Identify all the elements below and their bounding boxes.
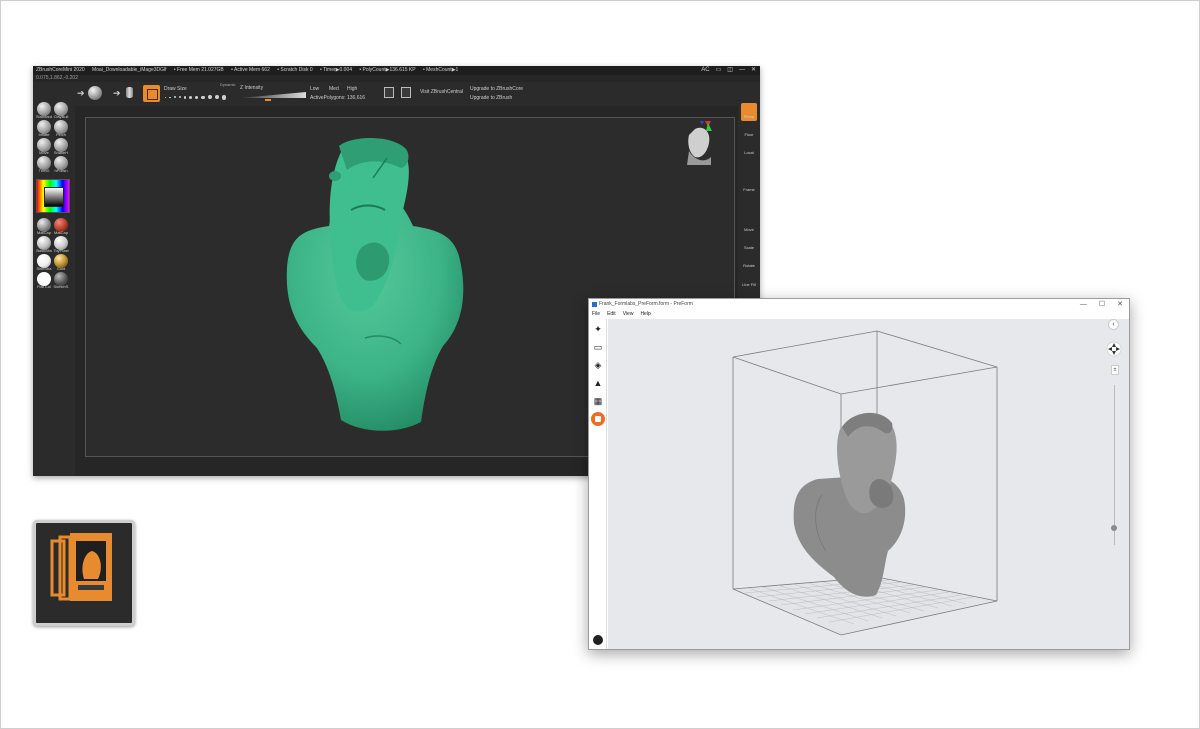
- menu-view[interactable]: View: [623, 310, 634, 319]
- build-volume-edge: [876, 330, 998, 368]
- draw-size-dots[interactable]: [165, 95, 226, 100]
- z-intensity-knob[interactable]: [265, 99, 271, 101]
- material-label: Gold: [56, 266, 66, 271]
- zbrush-file-name: Moai_Downloadable_iMage3DGlf: [92, 67, 167, 73]
- z-intensity-label: Z Intensity: [240, 85, 264, 91]
- left-shelf: Standard ClayBuil Inflate Pinch Move Sna…: [33, 102, 75, 476]
- preform-app-icon: [592, 302, 597, 307]
- free-mem: • Free Mem 21.027GB: [173, 67, 224, 73]
- zbrush-toolbar: ➔ ➔ Draw Size Dynamic Z Intensity: [33, 82, 760, 106]
- preform-window-controls: — ☐ ✕: [1080, 299, 1123, 310]
- monitor-icon[interactable]: ▭: [593, 342, 603, 352]
- right-shelf-label: Scale: [743, 245, 754, 250]
- brush-label: ClayBuil: [53, 114, 69, 119]
- brush-label: Pinch: [55, 132, 66, 137]
- document-icon[interactable]: [401, 87, 411, 98]
- cursor-coords: 0.075,1.862,-0.202: [36, 75, 78, 81]
- zbrush-to-preform-icon: [33, 520, 135, 626]
- preform-toolbar: ✦ ▭ ◈ ▲ ▦: [589, 319, 607, 649]
- low-button[interactable]: Low: [310, 86, 319, 92]
- build-volume-edge: [840, 366, 998, 395]
- visit-zbrushcentral-link[interactable]: Visit ZBrushCentral: [420, 89, 463, 95]
- high-button[interactable]: High: [347, 86, 357, 92]
- view-navigation-icon[interactable]: [1106, 341, 1122, 357]
- material-label: MatCap: [53, 230, 68, 235]
- arrow-right-icon[interactable]: ➔: [113, 89, 121, 98]
- mesh-count: • MeshCount▶1: [422, 67, 459, 73]
- active-polygons: ActivePolygons: 136,616: [310, 95, 366, 101]
- upgrade-zbrushcore-link[interactable]: Upgrade to ZBrushCore: [470, 86, 523, 92]
- upgrade-zbrush-link[interactable]: Upgrade to ZBrush: [470, 95, 512, 101]
- dynamic-label: Dynamic: [220, 82, 236, 87]
- layout-icon[interactable]: ▭: [716, 66, 722, 75]
- ac-label[interactable]: AC: [701, 66, 709, 75]
- image-icon[interactable]: [384, 87, 394, 98]
- preform-3d-view[interactable]: [608, 319, 1129, 649]
- supports-icon[interactable]: ▲: [593, 378, 603, 388]
- right-shelf-label: Local: [744, 150, 754, 155]
- arrow-right-icon[interactable]: ➔: [77, 89, 85, 98]
- timer: • Timer▶0.004: [320, 67, 353, 73]
- build-volume-edge: [732, 330, 878, 358]
- gray-bust-model: [793, 412, 906, 597]
- med-button[interactable]: Med: [329, 86, 339, 92]
- green-bust-model[interactable]: [281, 138, 471, 436]
- active-mem: • Active Mem 662: [231, 67, 270, 73]
- preform-menubar: File Edit View Help: [589, 310, 1129, 319]
- build-volume: [732, 330, 998, 636]
- minimize-icon[interactable]: —: [1080, 299, 1087, 310]
- right-shelf-label: Move: [744, 227, 754, 232]
- minimize-icon[interactable]: —: [739, 66, 745, 75]
- brush-label: SnakeH: [53, 150, 69, 155]
- tool-cylinder-icon[interactable]: [126, 87, 133, 98]
- material-label: SketchS: [53, 284, 69, 289]
- tool-sphere-icon[interactable]: [88, 86, 102, 100]
- menu-edit[interactable]: Edit: [607, 310, 616, 319]
- build-volume-edge: [732, 356, 842, 395]
- poly-count: • PolyCount▶136.615 KP: [359, 67, 416, 73]
- menu-help[interactable]: Help: [640, 310, 650, 319]
- right-shelf-label: Line Fill: [742, 282, 756, 287]
- print-book-icon: [50, 533, 112, 601]
- zoom-control[interactable]: ±: [1111, 365, 1119, 375]
- right-shelf-label: Floor: [744, 132, 754, 137]
- close-icon[interactable]: ✕: [751, 66, 756, 75]
- right-shelf-label: Persp: [743, 114, 755, 119]
- preform-title: Frank_Formlabs_PreForm.form - PreForm: [599, 301, 693, 307]
- preform-window: Frank_Formlabs_PreForm.form - PreForm — …: [588, 298, 1130, 650]
- material-label: ToyPlast: [53, 248, 69, 253]
- zbrush-window-controls: AC ▭ ◫ — ✕: [701, 66, 756, 75]
- scratch-disk: • Scratch Disk 0: [277, 67, 313, 73]
- layer-slider-knob[interactable]: [1111, 525, 1117, 531]
- collapse-panel-icon[interactable]: ‹: [1108, 319, 1119, 330]
- draw-mode-button[interactable]: [143, 85, 160, 102]
- color-picker[interactable]: [36, 179, 70, 213]
- right-shelf-label: Frame: [743, 187, 755, 192]
- layout-icon[interactable]: ▦: [593, 396, 603, 406]
- orient-icon[interactable]: ◈: [593, 360, 603, 370]
- user-account-icon[interactable]: [593, 635, 603, 645]
- restore-icon[interactable]: ◫: [727, 66, 733, 75]
- draw-size-label: Draw Size: [164, 86, 187, 92]
- menu-file[interactable]: File: [592, 310, 600, 319]
- print-button[interactable]: [591, 412, 605, 426]
- zbrush-app-name: ZBrushCoreMini 2020: [36, 67, 85, 73]
- color-picker-square[interactable]: [44, 187, 64, 207]
- magic-wand-icon[interactable]: ✦: [593, 324, 603, 334]
- zbrush-titlebar: ZBrushCoreMini 2020 Moai_Downloadable_iM…: [33, 66, 760, 75]
- right-shelf-label: Rotate: [743, 263, 755, 268]
- navigation-head-icon[interactable]: [685, 121, 713, 165]
- maximize-icon[interactable]: ☐: [1099, 299, 1105, 310]
- brush-label: hPolish: [54, 168, 68, 173]
- layer-slider-track[interactable]: [1114, 385, 1115, 545]
- preform-titlebar: Frank_Formlabs_PreForm.form - PreForm: [589, 299, 1129, 310]
- close-icon[interactable]: ✕: [1117, 299, 1123, 310]
